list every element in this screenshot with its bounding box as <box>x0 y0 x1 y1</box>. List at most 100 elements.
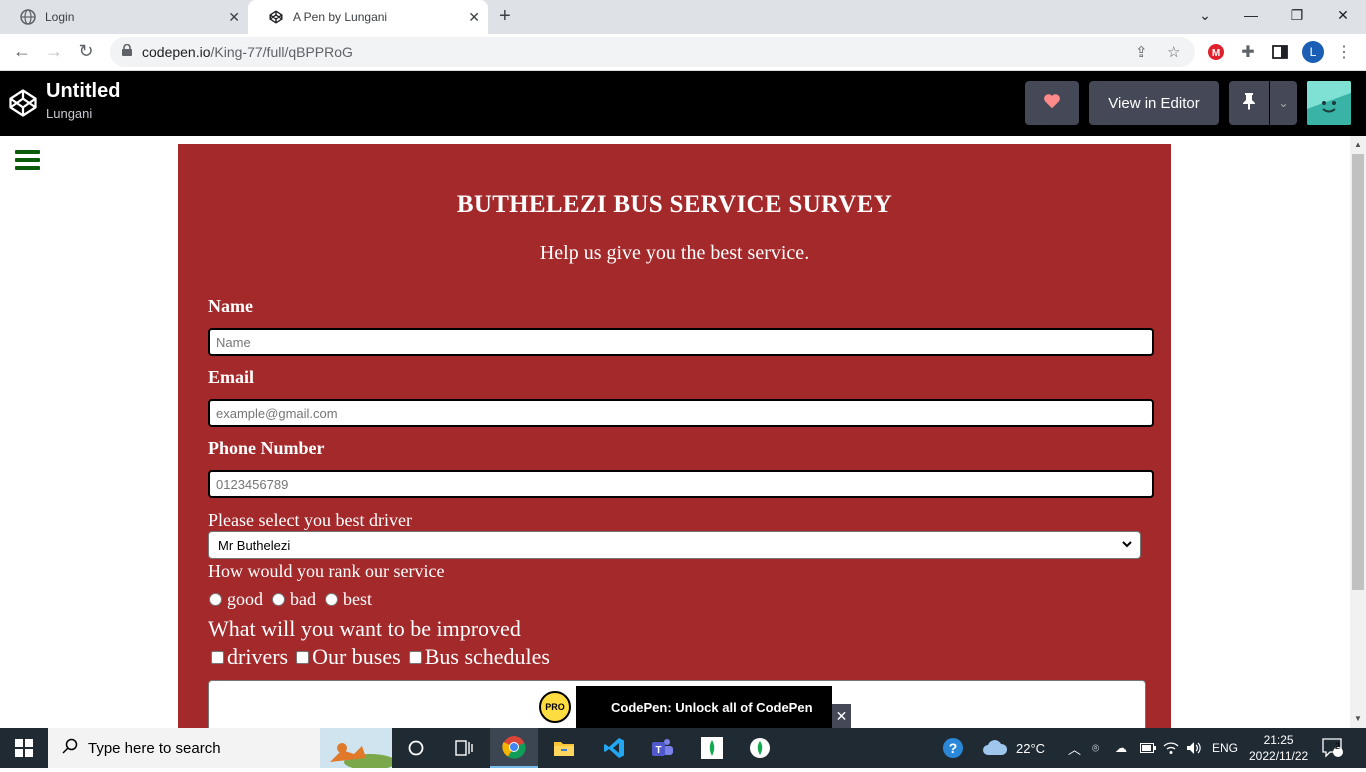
volume-icon[interactable] <box>1186 728 1202 768</box>
scroll-up-arrow-icon[interactable]: ▲ <box>1354 140 1362 149</box>
task-view-icon[interactable] <box>440 728 488 768</box>
tab-search-icon[interactable]: ⌄ <box>1182 0 1228 30</box>
meet-now-icon[interactable]: ⌾ <box>1092 728 1099 768</box>
heart-icon <box>1043 93 1061 113</box>
pro-badge-icon: PRO <box>534 686 576 728</box>
notification-count: 2 <box>1335 741 1341 751</box>
radio-bad[interactable] <box>272 593 285 606</box>
page-scrollbar[interactable]: ▲ ▼ <box>1350 136 1366 728</box>
new-tab-icon[interactable]: + <box>499 5 511 28</box>
pro-promo-banner[interactable]: PRO CodePen: Unlock all of CodePen <box>534 686 832 728</box>
close-tab-icon[interactable]: ✕ <box>468 9 480 26</box>
lock-icon[interactable] <box>122 43 132 61</box>
checkbox-schedules[interactable] <box>408 650 422 664</box>
notification-center-icon[interactable]: 2 <box>1322 728 1344 768</box>
mongodb-compass-icon[interactable] <box>688 728 736 768</box>
url-host: codepen.io <box>142 44 211 60</box>
pro-badge-text: PRO <box>539 691 571 723</box>
minimize-icon[interactable]: — <box>1228 0 1274 30</box>
pen-title: Untitled <box>46 80 121 102</box>
back-icon[interactable]: ← <box>10 41 34 62</box>
name-label: Name <box>208 296 253 316</box>
windows-start-icon[interactable] <box>0 728 48 768</box>
checkbox-buses[interactable] <box>296 650 310 664</box>
url-text: codepen.io/King-77/full/qBPPRoG <box>142 44 353 60</box>
driver-label: Please select you best driver <box>208 510 412 530</box>
svg-text:M: M <box>1212 48 1220 59</box>
close-tab-icon[interactable]: ✕ <box>228 9 240 26</box>
svg-text:?: ? <box>949 740 958 756</box>
close-window-icon[interactable]: ✕ <box>1320 0 1366 30</box>
tab-title: Login <box>45 10 75 24</box>
share-icon[interactable]: ⇪ <box>1135 43 1148 61</box>
restore-icon[interactable]: ❐ <box>1274 0 1320 30</box>
radio-label-best: best <box>343 589 372 609</box>
tab-login[interactable]: Login ✕ <box>0 0 248 34</box>
survey-description: Help us give you the best service. <box>539 242 810 264</box>
chrome-icon[interactable] <box>490 728 538 768</box>
browser-toolbar: ← → ↻ codepen.io/King-77/full/qBPPRoG ⇪ … <box>0 34 1366 71</box>
mongodb-icon[interactable] <box>736 728 784 768</box>
bookmark-star-icon[interactable]: ☆ <box>1167 43 1180 61</box>
battery-icon[interactable] <box>1140 728 1156 768</box>
cortana-icon[interactable] <box>392 728 440 768</box>
taskbar-search-box[interactable]: Type here to search <box>48 728 396 770</box>
view-in-editor-button[interactable]: View in Editor <box>1089 81 1219 125</box>
driver-select[interactable]: Mr Buthelezi <box>208 531 1141 559</box>
reload-icon[interactable]: ↻ <box>74 41 98 62</box>
user-avatar[interactable] <box>1307 81 1351 125</box>
name-input[interactable] <box>208 328 1154 356</box>
vscode-icon[interactable] <box>590 728 638 768</box>
radio-best[interactable] <box>325 593 338 606</box>
search-placeholder: Type here to search <box>88 739 221 757</box>
extensions-puzzle-icon[interactable]: ✚ <box>1239 43 1257 61</box>
url-path: /King-77/full/qBPPRoG <box>210 44 353 60</box>
checkbox-drivers[interactable] <box>211 650 224 664</box>
help-icon[interactable]: ? <box>942 728 964 768</box>
survey-title: BUTHELEZI BUS SERVICE SURVEY <box>456 191 893 218</box>
radio-label-bad: bad <box>290 589 316 609</box>
phone-input[interactable] <box>208 470 1154 498</box>
address-bar[interactable]: codepen.io/King-77/full/qBPPRoG ⇪ ☆ <box>110 37 1195 67</box>
scroll-down-arrow-icon[interactable]: ▼ <box>1354 714 1362 723</box>
page-viewport: BUTHELEZI BUS SERVICE SURVEY Help us giv… <box>0 136 1350 728</box>
profile-avatar[interactable]: L <box>1302 41 1324 63</box>
checkbox-label-drivers: drivers <box>227 644 289 669</box>
tab-title: A Pen by Lungani <box>293 10 388 24</box>
codepen-logo-icon[interactable] <box>8 88 38 123</box>
language-indicator[interactable]: ENG <box>1212 728 1238 768</box>
love-button[interactable] <box>1025 81 1079 125</box>
pen-author[interactable]: Lungani <box>46 106 92 121</box>
globe-icon <box>20 9 36 25</box>
forward-icon[interactable]: → <box>42 41 66 62</box>
clock-date: 2022/11/22 <box>1249 749 1309 763</box>
scrollbar-thumb[interactable] <box>1352 154 1364 590</box>
radio-good[interactable] <box>209 593 222 606</box>
clock[interactable]: 21:25 2022/11/22 <box>1249 728 1308 768</box>
codepen-header: Untitled Lungani View in Editor ⌄ <box>0 71 1366 136</box>
show-hidden-icons-chevron-icon[interactable]: ︿ <box>1068 728 1081 768</box>
checkbox-label-buses: Our buses <box>312 644 401 669</box>
teams-icon[interactable]: T <box>638 728 686 768</box>
side-panel-icon[interactable] <box>1271 43 1289 61</box>
onedrive-sync-icon[interactable]: ☁ <box>1115 728 1127 768</box>
extension-m-icon[interactable]: M <box>1207 43 1225 61</box>
tab-pen[interactable]: A Pen by Lungani ✕ <box>248 0 488 34</box>
hamburger-menu-icon[interactable] <box>15 150 40 174</box>
pin-button[interactable] <box>1229 81 1269 125</box>
driver-selected-value: Mr Buthelezi <box>218 537 291 553</box>
improve-label: What will you want to be improved <box>208 616 521 641</box>
promo-close-icon[interactable]: ✕ <box>832 704 851 728</box>
rank-label: How would you rank our service <box>208 561 445 581</box>
wifi-icon[interactable] <box>1163 728 1179 768</box>
pin-dropdown-chevron-icon[interactable]: ⌄ <box>1270 81 1297 125</box>
svg-text:T: T <box>655 745 661 756</box>
cloud-icon <box>982 738 1008 759</box>
menu-kebab-icon[interactable]: ⋮ <box>1335 43 1353 61</box>
survey-form: BUTHELEZI BUS SERVICE SURVEY Help us giv… <box>178 144 1171 728</box>
file-explorer-icon[interactable] <box>540 728 588 768</box>
pin-icon <box>1242 92 1256 114</box>
weather-widget[interactable]: 22°C <box>982 728 1045 768</box>
search-icon <box>62 738 78 758</box>
email-input[interactable] <box>208 399 1154 427</box>
